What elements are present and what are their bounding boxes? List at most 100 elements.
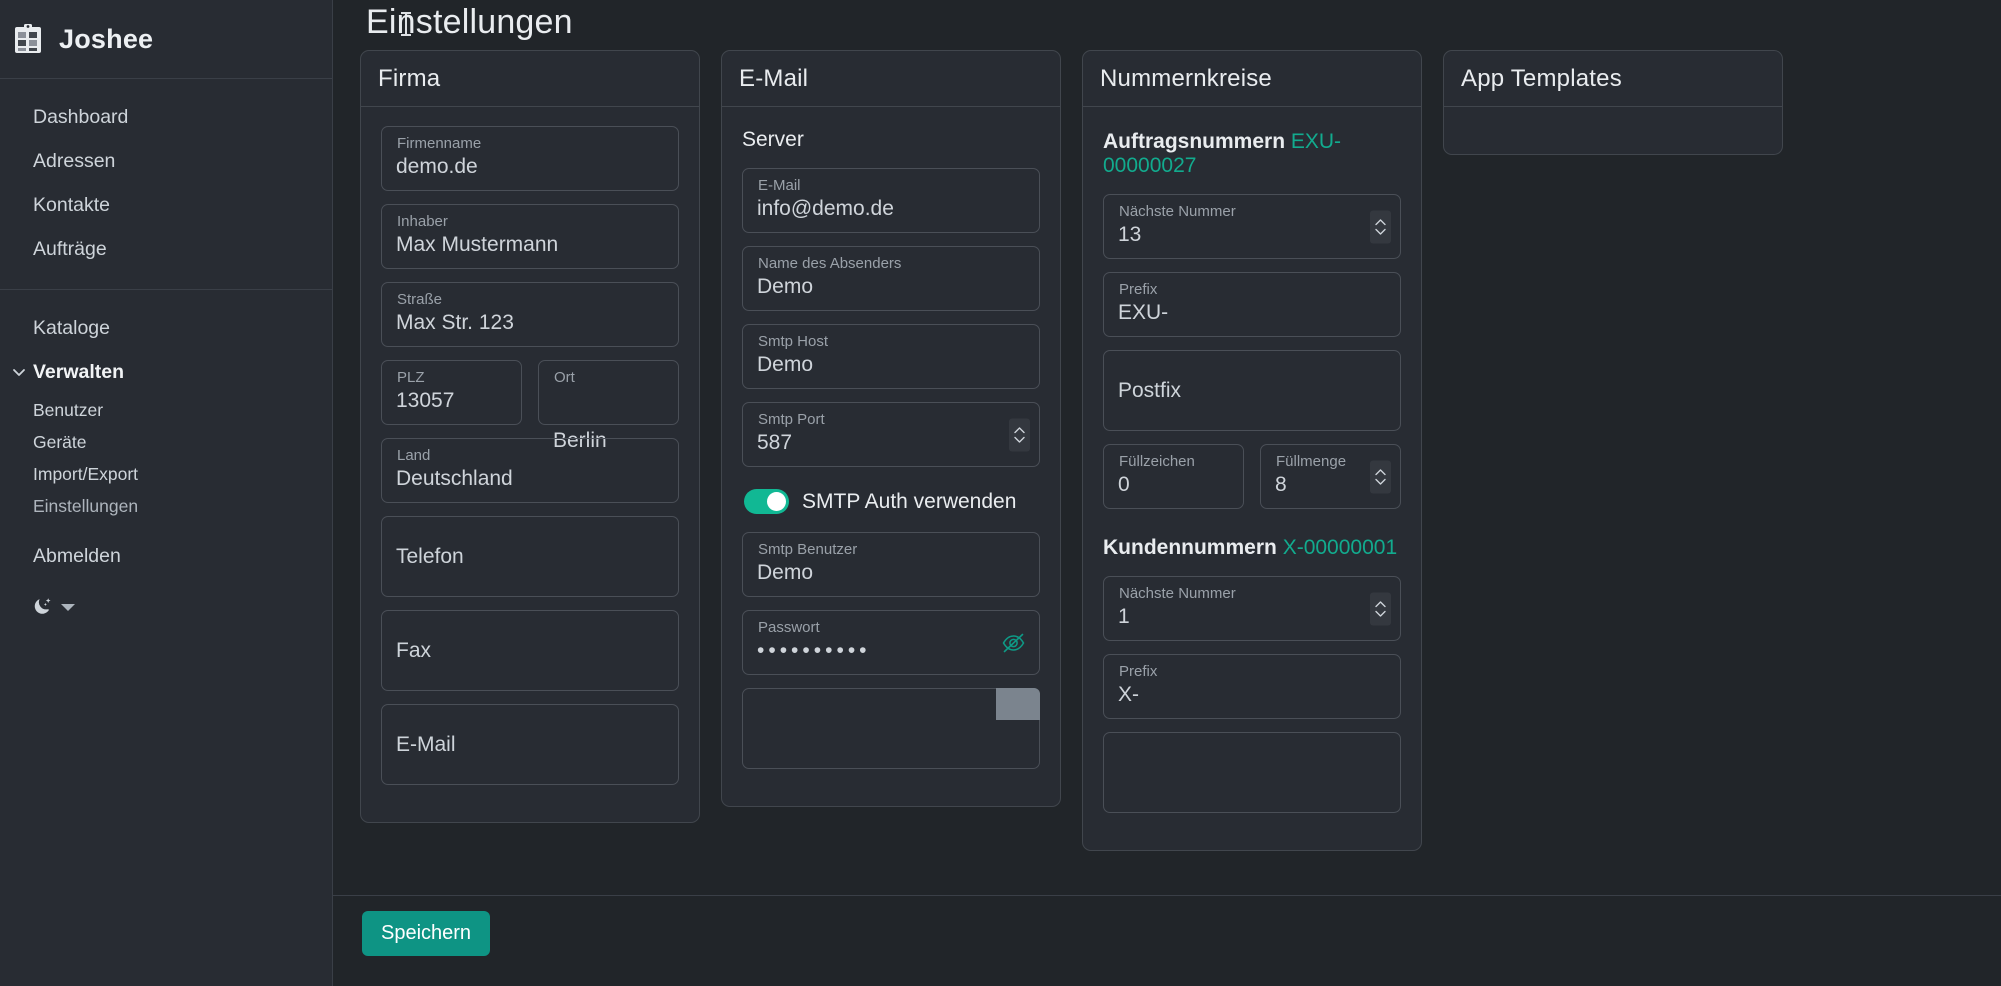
field-ort[interactable]: Ort Berlin <box>538 360 679 452</box>
field-plz[interactable]: PLZ 13057 <box>381 360 522 425</box>
sidebar-item-label: Adressen <box>33 149 116 172</box>
field-auftrag-postfix[interactable]: Postfix <box>1103 350 1401 431</box>
cards-scroll-area[interactable]: Firma Firmenname demo.de Inhaber Max Mus… <box>333 50 2001 895</box>
theme-switcher[interactable] <box>0 578 332 617</box>
smtp-auth-toggle[interactable] <box>744 489 789 514</box>
sidebar-item-label: Kataloge <box>33 316 110 339</box>
sidebar-item-abmelden[interactable]: Abmelden <box>0 534 332 578</box>
field-value: Demo <box>757 275 814 298</box>
sidebar-item-label: Kontakte <box>33 193 110 216</box>
field-value: X- <box>1118 683 1139 706</box>
field-label: Firmenname <box>397 135 482 152</box>
field-value: demo.de <box>396 155 478 178</box>
card-body: Server E-Mail info@demo.de Name des Abse… <box>722 107 1060 806</box>
field-strasse[interactable]: Straße Max Str. 123 <box>381 282 679 347</box>
sidebar-item-dashboard[interactable]: Dashboard <box>0 95 332 139</box>
card-title: App Templates <box>1444 51 1782 107</box>
chevron-up-icon <box>1014 426 1025 433</box>
sidebar-item-label: Abmelden <box>33 544 121 567</box>
cards-row: Firma Firmenname demo.de Inhaber Max Mus… <box>333 50 2001 851</box>
number-stepper[interactable] <box>1370 460 1391 493</box>
sidebar-item-einstellungen[interactable]: Einstellungen <box>0 490 332 522</box>
field-label: Land <box>397 447 431 464</box>
smtp-auth-toggle-row[interactable]: SMTP Auth verwenden <box>744 489 1040 514</box>
chevron-up-icon <box>1375 468 1386 475</box>
field-smtp-benutzer[interactable]: Smtp Benutzer Demo <box>742 532 1040 597</box>
field-value: 8 <box>1275 473 1287 496</box>
nav-primary: Dashboard Adressen Kontakte Aufträge <box>0 79 332 289</box>
chevron-down-icon <box>1375 610 1386 617</box>
field-label: Straße <box>397 291 443 308</box>
field-kunde-prefix[interactable]: Prefix X- <box>1103 654 1401 719</box>
field-telefon[interactable]: Telefon <box>381 516 679 597</box>
sidebar-item-import-export[interactable]: Import/Export <box>0 458 332 490</box>
field-label: E-Mail <box>758 177 801 194</box>
field-email[interactable]: E-Mail <box>381 704 679 785</box>
sidebar-item-adressen[interactable]: Adressen <box>0 139 332 183</box>
number-stepper[interactable] <box>1370 592 1391 625</box>
field-auftrag-prefix[interactable]: Prefix EXU- <box>1103 272 1401 337</box>
field-smtp-port[interactable]: Smtp Port 587 <box>742 402 1040 467</box>
file-browse-button[interactable] <box>996 688 1040 720</box>
field-kunde-naechste-nummer[interactable]: Nächste Nummer 1 <box>1103 576 1401 641</box>
section-title-auftragsnummern: Auftragsnummern EXU-00000027 <box>1103 130 1401 178</box>
field-row-plz-ort: PLZ 13057 Ort Berlin <box>381 360 679 452</box>
field-value: 587 <box>757 431 793 454</box>
field-label: E-Mail <box>396 733 456 756</box>
field-value: info@demo.de <box>757 197 894 220</box>
field-fuellmenge[interactable]: Füllmenge 8 <box>1260 444 1401 509</box>
moon-stars-icon <box>34 598 51 614</box>
save-button[interactable]: Speichern <box>362 911 491 956</box>
field-label: Postfix <box>1118 379 1182 402</box>
brand[interactable]: Joshee <box>0 0 332 79</box>
field-value: Max Mustermann <box>396 233 559 256</box>
footer-bar: Speichern <box>333 895 2001 986</box>
field-label: Füllzeichen <box>1119 453 1195 470</box>
chevron-down-icon <box>1014 436 1025 443</box>
field-value: Demo <box>757 353 814 376</box>
field-label: Fax <box>396 639 432 662</box>
sidebar-item-auftraege[interactable]: Aufträge <box>0 227 332 271</box>
field-label: Smtp Host <box>758 333 829 350</box>
number-stepper[interactable] <box>1370 210 1391 243</box>
sidebar-group-label: Verwalten <box>33 360 125 383</box>
card-title: E-Mail <box>722 51 1060 107</box>
field-file-upload[interactable] <box>742 688 1040 769</box>
field-label: Nächste Nummer <box>1119 203 1236 220</box>
field-fuellzeichen[interactable]: Füllzeichen 0 <box>1103 444 1244 509</box>
field-value: 0 <box>1118 473 1130 496</box>
field-email[interactable]: E-Mail info@demo.de <box>742 168 1040 233</box>
sidebar-group-verwalten[interactable]: Verwalten <box>0 350 332 394</box>
field-land[interactable]: Land Deutschland <box>381 438 679 503</box>
sidebar-item-benutzer[interactable]: Benutzer <box>0 394 332 426</box>
field-auftrag-naechste-nummer[interactable]: Nächste Nummer 13 <box>1103 194 1401 259</box>
sidebar-item-label: Aufträge <box>33 237 107 260</box>
eye-off-icon[interactable] <box>1002 633 1025 653</box>
sidebar-item-geraete[interactable]: Geräte <box>0 426 332 458</box>
smtp-auth-label: SMTP Auth verwenden <box>802 489 1017 513</box>
field-smtp-host[interactable]: Smtp Host Demo <box>742 324 1040 389</box>
card-firma: Firma Firmenname demo.de Inhaber Max Mus… <box>360 50 700 823</box>
field-firmenname[interactable]: Firmenname demo.de <box>381 126 679 191</box>
field-label: Smtp Port <box>758 411 825 428</box>
field-inhaber[interactable]: Inhaber Max Mustermann <box>381 204 679 269</box>
sidebar-item-label: Benutzer <box>33 399 104 420</box>
field-label: Telefon <box>396 545 464 568</box>
sidebar-item-kontakte[interactable]: Kontakte <box>0 183 332 227</box>
field-value: 1 <box>1118 605 1130 628</box>
field-label: PLZ <box>397 369 425 386</box>
number-stepper[interactable] <box>1009 418 1030 451</box>
field-label: Inhaber <box>397 213 448 230</box>
field-passwort[interactable]: Passwort •••••••••• <box>742 610 1040 675</box>
field-fax[interactable]: Fax <box>381 610 679 691</box>
sidebar-item-kataloge[interactable]: Kataloge <box>0 306 332 350</box>
clipboard-icon <box>15 24 41 53</box>
field-value: •••••••••• <box>757 639 871 662</box>
card-body: Auftragsnummern EXU-00000027 Nächste Num… <box>1083 107 1421 850</box>
field-value: Max Str. 123 <box>396 311 514 334</box>
field-row-fuell: Füllzeichen 0 Füllmenge 8 <box>1103 444 1401 522</box>
field-absendername[interactable]: Name des Absenders Demo <box>742 246 1040 311</box>
field-value: EXU- <box>1118 301 1169 324</box>
field-kunde-postfix[interactable] <box>1103 732 1401 813</box>
section-title-kundennummern: Kundennummern X-00000001 <box>1103 536 1401 560</box>
